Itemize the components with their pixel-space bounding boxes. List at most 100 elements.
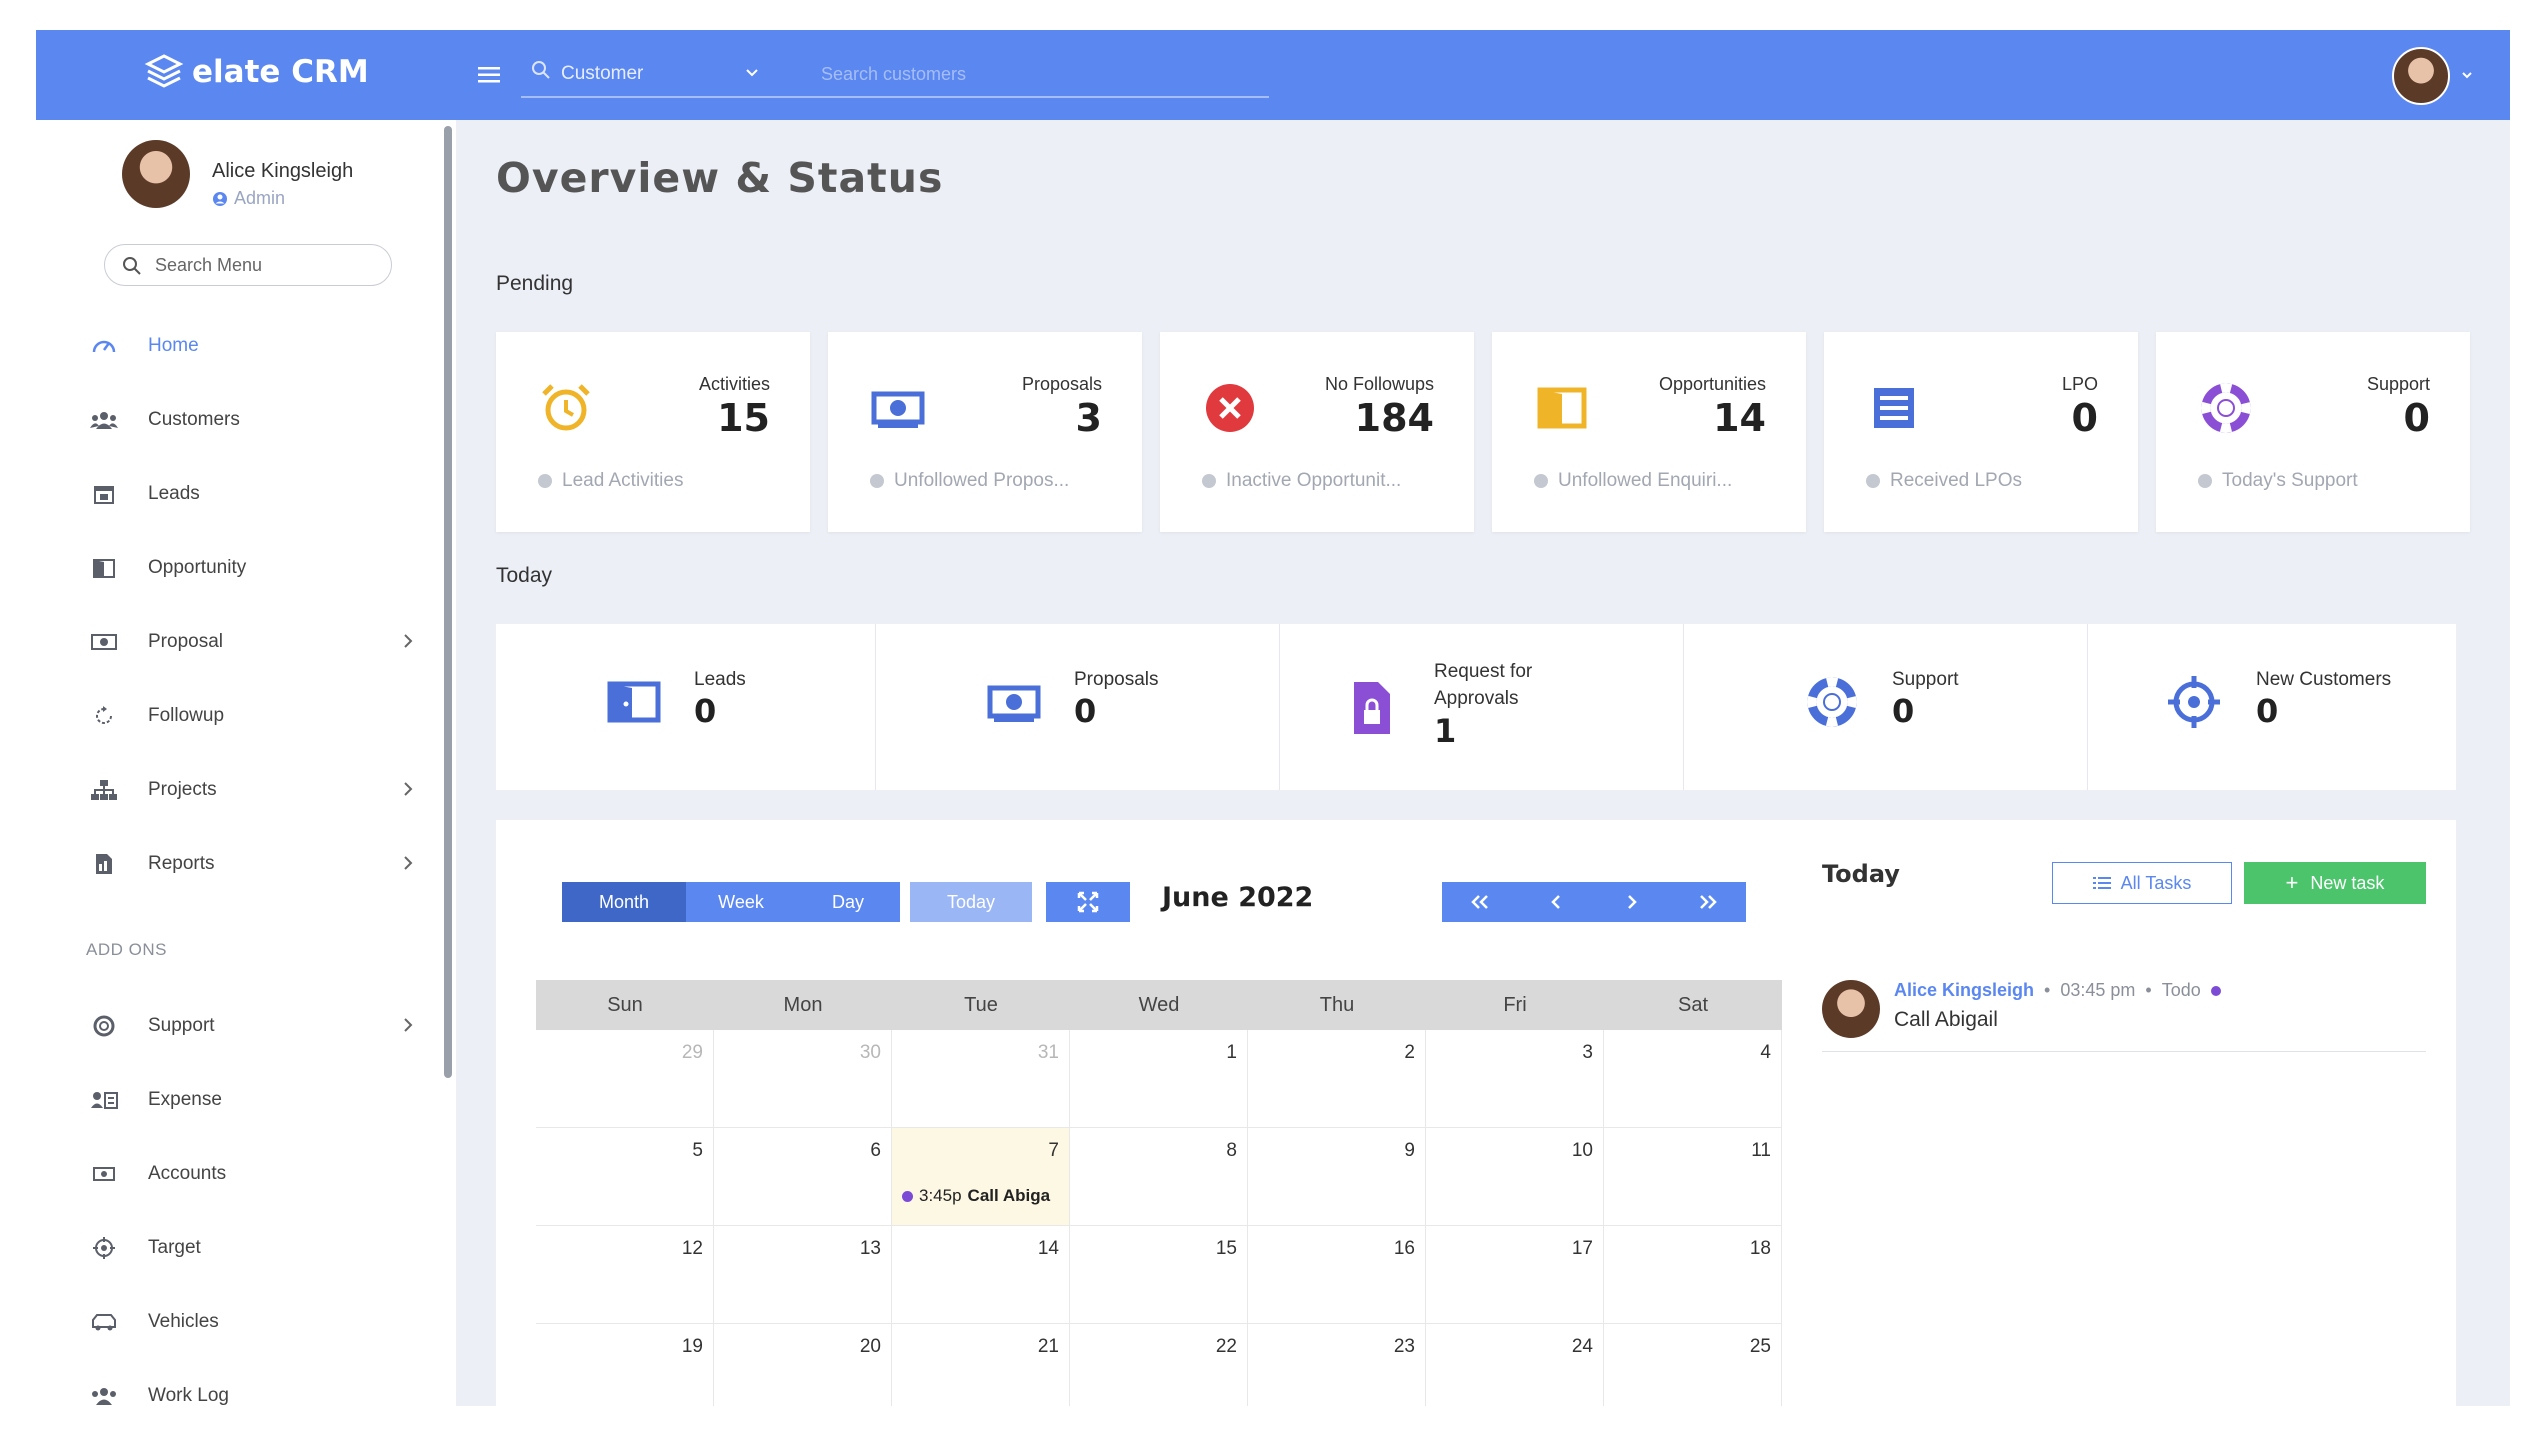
event-time: 3:45p [919,1186,962,1205]
calendar-week-row: 12 13 14 15 16 17 18 [536,1226,1782,1324]
calendar-day[interactable]: 18 [1604,1226,1782,1324]
calendar-day[interactable]: 1 [1070,1030,1248,1128]
brand-logo[interactable]: elate CRM [144,52,369,92]
today-new-customers[interactable]: New Customers 0 [2088,624,2456,790]
weekday-label: Tue [964,994,998,1016]
chevron-down-icon[interactable] [2460,68,2474,82]
day-view-button[interactable]: Day [796,882,900,922]
pending-card-lpo[interactable]: LPO 0 Received LPOs [1824,332,2138,532]
pending-card-proposals[interactable]: Proposals 3 Unfollowed Propos... [828,332,1142,532]
all-tasks-button[interactable]: All Tasks [2052,862,2232,904]
menu-search-input[interactable] [155,253,375,277]
all-tasks-label: All Tasks [2120,872,2192,893]
status-dot [538,474,552,488]
calendar-day[interactable]: 19 [536,1324,714,1406]
pending-card-activities[interactable]: Activities 15 Lead Activities [496,332,810,532]
week-view-button[interactable]: Week [686,882,796,922]
sidebar-item-support[interactable]: Support [88,1004,428,1048]
calendar-day[interactable]: 17 [1426,1226,1604,1324]
today-label: Proposals [1074,669,1159,690]
calendar-day[interactable]: 12 [536,1226,714,1324]
search-customers-input[interactable] [821,58,1261,90]
weekday-label: Wed [1138,994,1180,1016]
day-number: 23 [1393,1336,1415,1357]
lifebuoy-icon [1807,677,1857,727]
separator-dot: • [2044,980,2051,1000]
calendar-day[interactable]: 4 [1604,1030,1782,1128]
prev-year-button[interactable] [1442,882,1518,922]
calendar-day[interactable]: 15 [1070,1226,1248,1324]
calendar-day[interactable]: 14 [892,1226,1070,1324]
sidebar-item-target[interactable]: Target [88,1226,428,1270]
month-view-button[interactable]: Month [562,882,686,922]
calendar-day[interactable]: 3 [1426,1030,1604,1128]
calendar-day[interactable]: 2 [1248,1030,1426,1128]
calendar-day[interactable]: 21 [892,1324,1070,1406]
calendar-day[interactable]: 13 [714,1226,892,1324]
calendar-day[interactable]: 30 [714,1030,892,1128]
calendar-day[interactable]: 8 [1070,1128,1248,1226]
calendar-day[interactable]: 10 [1426,1128,1604,1226]
agenda-item-user[interactable]: Alice Kingsleigh [1894,980,2034,1001]
sidebar-item-customers[interactable]: Customers [88,398,428,442]
sidebar-item-expense[interactable]: Expense [88,1078,428,1122]
calendar-event[interactable]: 3:45p Call Abiga [902,1186,1050,1206]
today-button[interactable]: Today [910,882,1032,922]
double-chevron-right-icon [1700,895,1717,909]
sidebar-item-work-log[interactable]: Work Log [88,1374,428,1406]
plus-icon: + [2285,870,2299,895]
next-year-button[interactable] [1670,882,1746,922]
today-value: 0 [694,692,717,730]
calendar-day[interactable]: 11 [1604,1128,1782,1226]
sidebar-item-proposal[interactable]: Proposal [88,620,428,664]
calendar-day[interactable]: 16 [1248,1226,1426,1324]
sidebar-scrollbar[interactable] [444,126,452,1078]
sidebar-item-home[interactable]: Home [88,324,428,368]
today-leads[interactable]: Leads 0 [496,624,876,790]
expense-icon [88,1088,120,1112]
calendar-day[interactable]: 25 [1604,1324,1782,1406]
new-task-button[interactable]: + New task [2244,862,2426,904]
menu-search [104,244,392,286]
sidebar-item-projects[interactable]: Projects [88,768,428,812]
calendar-day-today[interactable]: 7 3:45p Call Abiga [892,1128,1070,1226]
day-number: 11 [1751,1140,1771,1161]
calendar-day[interactable]: 20 [714,1324,892,1406]
calendar-day[interactable]: 5 [536,1128,714,1226]
users-icon [88,1384,120,1406]
user-avatar[interactable] [2392,47,2450,105]
today-proposals[interactable]: Proposals 0 [876,624,1280,790]
sidebar-item-reports[interactable]: Reports [88,842,428,886]
fullscreen-button[interactable] [1046,882,1130,922]
calendar-day[interactable]: 31 [892,1030,1070,1128]
calendar-day[interactable]: 6 [714,1128,892,1226]
pending-card-opportunities[interactable]: Opportunities 14 Unfollowed Enquiri... [1492,332,1806,532]
chevron-down-icon[interactable] [743,64,761,82]
today-request-for-approvals[interactable]: Request for Approvals 1 [1280,624,1684,790]
calendar-day[interactable]: 22 [1070,1324,1248,1406]
sidebar-item-followup[interactable]: Followup [88,694,428,738]
agenda-item[interactable]: Alice Kingsleigh • 03:45 pm • Todo Call … [1822,974,2426,1052]
today-support[interactable]: Support 0 [1684,624,2088,790]
lifebuoy-icon [88,1014,120,1038]
menu-toggle-icon[interactable] [474,60,504,90]
day-number: 10 [1571,1140,1593,1161]
calendar-day[interactable]: 23 [1248,1324,1426,1406]
card-subtitle: Inactive Opportunit... [1202,470,1452,492]
card-value: 3 [1075,396,1102,440]
calendar-day[interactable]: 24 [1426,1324,1604,1406]
sidebar-item-vehicles[interactable]: Vehicles [88,1300,428,1344]
pending-card-no-followups[interactable]: No Followups 184 Inactive Opportunit... [1160,332,1474,532]
sidebar-item-opportunity[interactable]: Opportunity [88,546,428,590]
user-circle-icon [213,191,227,206]
status-dot [1202,474,1216,488]
prev-month-button[interactable] [1518,882,1594,922]
sidebar-item-label: Vehicles [148,1311,219,1332]
calendar-day[interactable]: 29 [536,1030,714,1128]
sidebar-item-accounts[interactable]: Accounts [88,1152,428,1196]
pending-card-support[interactable]: Support 0 Today's Support [2156,332,2470,532]
search-category-select[interactable]: Customer [561,63,643,85]
sidebar-item-leads[interactable]: Leads [88,472,428,516]
calendar-day[interactable]: 9 [1248,1128,1426,1226]
next-month-button[interactable] [1594,882,1670,922]
